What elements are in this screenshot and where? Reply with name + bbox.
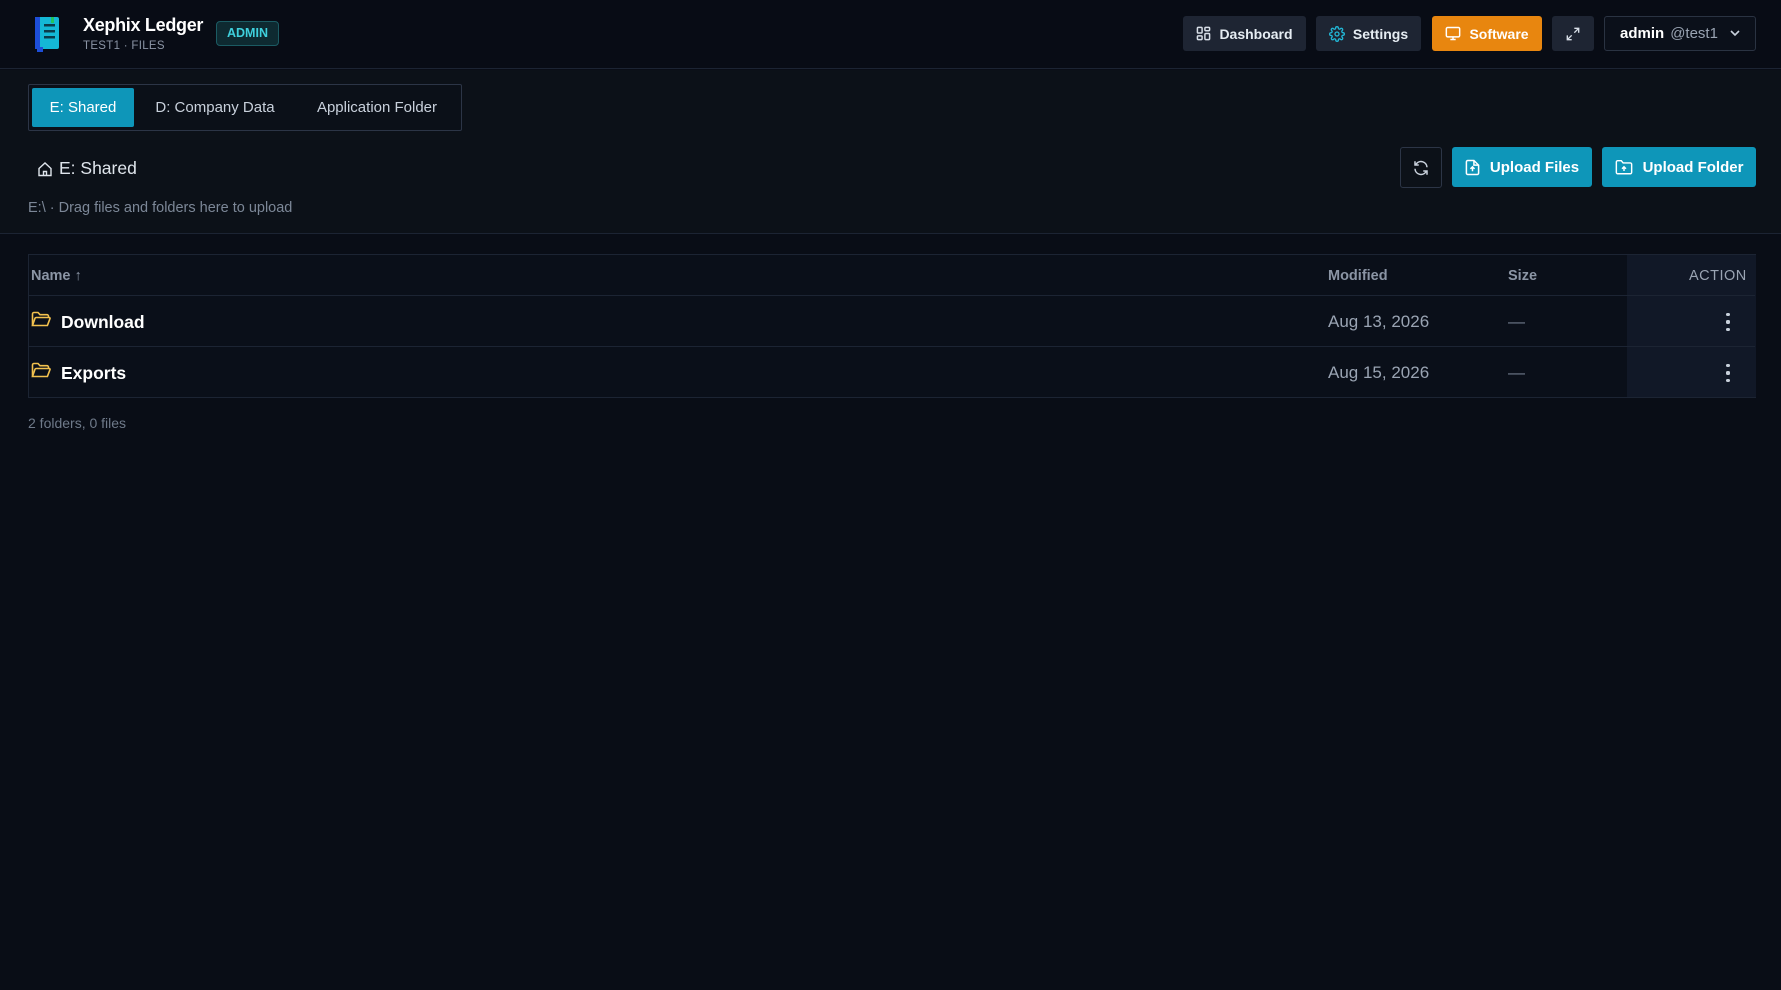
drive-tabs: E: Shared D: Company Data Application Fo… bbox=[28, 84, 462, 131]
role-badge: ADMIN bbox=[216, 21, 279, 46]
monitor-icon bbox=[1446, 26, 1461, 41]
row-actions-menu-icon[interactable] bbox=[1722, 363, 1734, 383]
software-button[interactable]: Software bbox=[1432, 16, 1542, 51]
refresh-button[interactable] bbox=[1400, 147, 1442, 188]
home-icon bbox=[38, 161, 52, 176]
fullscreen-button[interactable] bbox=[1552, 16, 1594, 51]
file-toolbar: E: Shared D: Company Data Application Fo… bbox=[0, 70, 1781, 234]
row-actions-menu-icon[interactable] bbox=[1722, 312, 1734, 332]
breadcrumb-label: E: Shared bbox=[59, 158, 137, 178]
column-size-header[interactable]: Size bbox=[1508, 268, 1537, 284]
dashboard-icon bbox=[1197, 26, 1211, 41]
ledger-book-icon bbox=[35, 17, 59, 52]
folder-icon bbox=[31, 311, 51, 327]
expand-icon bbox=[1566, 27, 1580, 40]
upload-hint: E:\ · Drag files and folders here to upl… bbox=[28, 200, 293, 216]
tab-e-shared[interactable]: E: Shared bbox=[32, 88, 134, 127]
file-size: — bbox=[1508, 312, 1525, 331]
table-row[interactable]: Download Aug 13, 2026 — bbox=[29, 296, 1755, 347]
user-name: admin bbox=[1620, 25, 1665, 42]
upload-folder-label: Upload Folder bbox=[1642, 158, 1744, 176]
upload-files-label: Upload Files bbox=[1489, 158, 1580, 176]
top-bar: Xephix Ledger TEST1 · FILES ADMIN Dashbo… bbox=[0, 0, 1781, 69]
file-table: Name ↑ Modified Size ACTION Download Aug… bbox=[28, 254, 1756, 398]
column-modified-header[interactable]: Modified bbox=[1328, 268, 1388, 284]
app-subtitle: TEST1 · FILES bbox=[83, 40, 165, 52]
column-action-header: ACTION bbox=[1689, 268, 1747, 284]
gear-icon bbox=[1328, 25, 1345, 42]
file-name[interactable]: Exports bbox=[61, 363, 126, 384]
folder-upload-icon bbox=[1615, 159, 1632, 175]
software-label: Software bbox=[1469, 25, 1529, 42]
breadcrumb[interactable]: E: Shared bbox=[37, 158, 137, 179]
settings-button[interactable]: Settings bbox=[1316, 16, 1421, 51]
file-size: — bbox=[1508, 363, 1525, 382]
app-title: Xephix Ledger bbox=[83, 15, 204, 35]
dashboard-button[interactable]: Dashboard bbox=[1183, 16, 1306, 51]
upload-files-button[interactable]: Upload Files bbox=[1452, 147, 1592, 187]
dashboard-label: Dashboard bbox=[1219, 25, 1293, 42]
chevron-down-icon bbox=[1730, 30, 1740, 37]
tab-d-company-data[interactable]: D: Company Data bbox=[138, 88, 292, 127]
table-row[interactable]: Exports Aug 15, 2026 — bbox=[29, 347, 1755, 398]
user-handle: @test1 bbox=[1670, 25, 1718, 42]
refresh-icon bbox=[1414, 160, 1428, 175]
file-name[interactable]: Download bbox=[61, 312, 145, 333]
file-modified: Aug 15, 2026 bbox=[1328, 363, 1430, 382]
file-count-summary: 2 folders, 0 files bbox=[28, 415, 127, 431]
column-name-header[interactable]: Name ↑ bbox=[31, 268, 82, 284]
folder-icon bbox=[31, 362, 51, 378]
user-menu[interactable]: admin @test1 bbox=[1604, 16, 1756, 51]
table-header: Name ↑ Modified Size ACTION bbox=[29, 255, 1755, 296]
file-modified: Aug 13, 2026 bbox=[1328, 312, 1430, 331]
upload-folder-button[interactable]: Upload Folder bbox=[1602, 147, 1756, 187]
file-upload-icon bbox=[1465, 159, 1480, 175]
tab-application-folder[interactable]: Application Folder bbox=[297, 88, 457, 127]
settings-label: Settings bbox=[1352, 25, 1409, 42]
